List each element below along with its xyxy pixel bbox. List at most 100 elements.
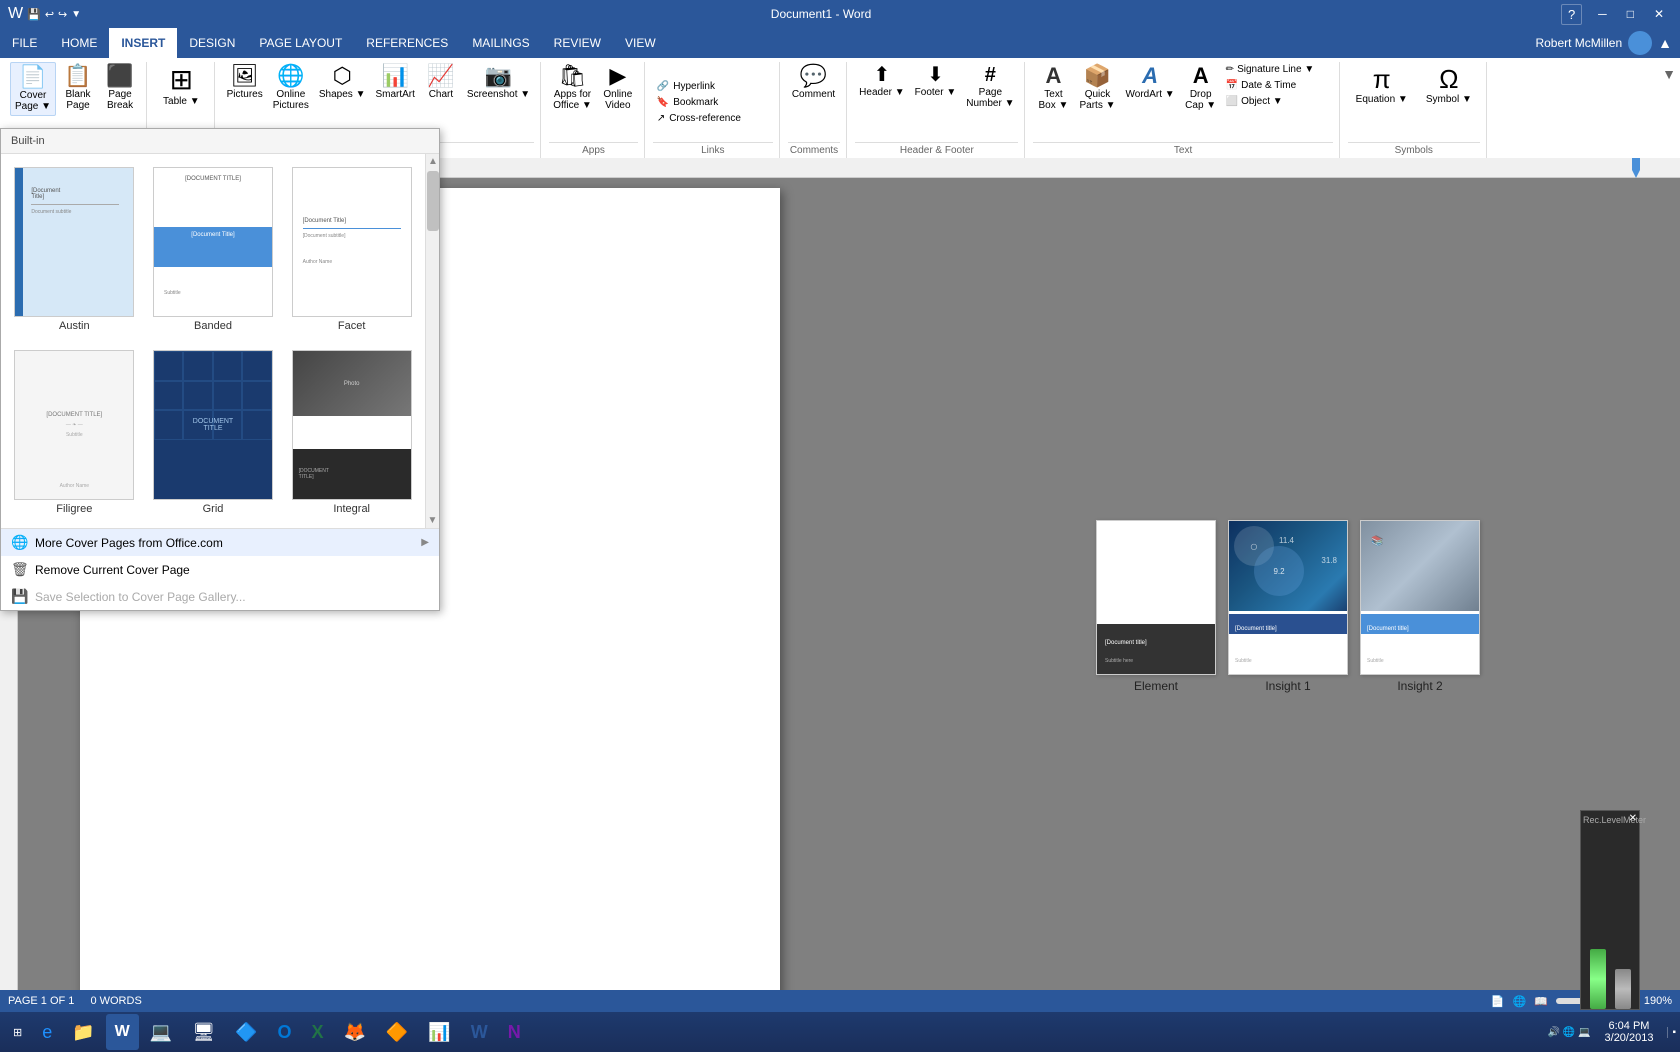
tab-mailings[interactable]: MAILINGS — [460, 28, 541, 58]
tab-design[interactable]: DESIGN — [177, 28, 247, 58]
symbol-button[interactable]: Ω Symbol ▼ — [1418, 62, 1480, 109]
restore-button[interactable]: □ — [1619, 5, 1642, 23]
chart-button[interactable]: 📈 Chart — [421, 62, 461, 103]
apps-for-office-button[interactable]: 🛍 Apps forOffice ▼ — [549, 62, 596, 114]
signature-line-icon: ✏ — [1226, 64, 1234, 75]
tab-page-layout[interactable]: PAGE LAYOUT — [247, 28, 354, 58]
comment-button[interactable]: 💬 Comment — [788, 62, 839, 103]
footer-button[interactable]: ⬇ Footer ▼ — [911, 62, 961, 101]
object-button[interactable]: ⬜ Object ▼ — [1223, 94, 1333, 109]
save-icon[interactable]: 💾 — [27, 8, 41, 21]
equation-icon: π — [1373, 66, 1391, 92]
view-web-icon[interactable]: 🌐 — [1512, 995, 1526, 1008]
firefox-button[interactable]: 🦊 — [335, 1014, 375, 1050]
cover-template-insight2[interactable]: 📚 [Document title] Subtitle Insight 2 — [1360, 520, 1480, 693]
app11-icon: 📊 — [428, 1022, 450, 1043]
dropdown-scrollbar[interactable]: ▲ ▼ — [425, 154, 439, 528]
speaker-close-button[interactable]: ✕ — [1629, 813, 1637, 824]
user-name: Robert McMillen — [1535, 36, 1622, 50]
windows-explorer-button[interactable]: 🖥 — [183, 1014, 224, 1050]
symbol-icon: Ω — [1439, 66, 1458, 92]
bookmark-button[interactable]: 🔖 Bookmark — [653, 95, 773, 110]
word-taskbar-button[interactable]: W — [106, 1014, 139, 1050]
page-number-icon: # — [985, 65, 996, 85]
blank-page-button[interactable]: 📋 BlankPage — [58, 62, 98, 114]
cover-template-grid[interactable]: DOCUMENT TITLE Grid — [148, 345, 279, 520]
table-button[interactable]: ⊞ Table ▼ — [155, 62, 208, 111]
more-cover-pages-item[interactable]: 🌐 More Cover Pages from Office.com ▶ — [1, 529, 439, 556]
minimize-button[interactable]: ─ — [1590, 5, 1615, 23]
outlook-icon: O — [277, 1022, 291, 1043]
view-print-icon[interactable]: 📄 — [1491, 995, 1505, 1008]
redo-icon[interactable]: ↪ — [58, 8, 67, 21]
page-number-button[interactable]: # PageNumber ▼ — [962, 62, 1018, 112]
view-read-icon[interactable]: 📖 — [1534, 995, 1548, 1008]
remove-cover-page-item[interactable]: 🗑 Remove Current Cover Page — [1, 556, 439, 583]
apps-group-label: Apps — [549, 142, 638, 158]
office-button2[interactable]: 💻 — [141, 1014, 181, 1050]
smartart-button[interactable]: 📊 SmartArt — [371, 62, 418, 103]
excel-icon: X — [311, 1022, 323, 1043]
ie-button[interactable]: e — [33, 1014, 61, 1050]
header-button[interactable]: ⬆ Header ▼ — [855, 62, 908, 101]
app6-button[interactable]: 🔷 — [226, 1014, 266, 1050]
customize-icon[interactable]: ▼ — [71, 9, 81, 20]
text-box-icon: A — [1046, 65, 1062, 87]
pictures-button[interactable]: 🖼 Pictures — [223, 62, 267, 103]
cover-template-filigree[interactable]: [DOCUMENT TITLE] — ❧ — Subtitle Author N… — [9, 345, 140, 520]
tab-file[interactable]: FILE — [0, 28, 49, 58]
tab-home[interactable]: HOME — [49, 28, 109, 58]
cover-template-banded[interactable]: [DOCUMENT TITLE] [Document Title] Subtit… — [148, 162, 279, 337]
show-desktop-icon[interactable]: ▪ — [1667, 1027, 1676, 1038]
scrollbar-thumb[interactable] — [427, 171, 439, 231]
tab-view[interactable]: VIEW — [613, 28, 668, 58]
footer-icon: ⬇ — [927, 65, 944, 85]
floating-templates: [Document title] Subtitle here Element ○… — [1096, 520, 1480, 693]
date-time-button[interactable]: 📅 Date & Time — [1223, 78, 1333, 93]
ruler-marker[interactable] — [1632, 158, 1640, 178]
system-tray: 🔊 🌐 💻 — [1548, 1027, 1591, 1038]
excel-button[interactable]: X — [302, 1014, 332, 1050]
quick-parts-button[interactable]: 📦 QuickParts ▼ — [1075, 62, 1119, 114]
cover-page-button[interactable]: 📄 CoverPage ▼ — [10, 62, 56, 116]
onenote-button[interactable]: N — [499, 1014, 530, 1050]
more-cover-icon: 🌐 — [11, 534, 27, 551]
header-icon: ⬆ — [874, 65, 891, 85]
tab-insert[interactable]: INSERT — [109, 28, 177, 58]
cover-template-element[interactable]: [Document title] Subtitle here Element — [1096, 520, 1216, 693]
outlook-button[interactable]: O — [268, 1014, 300, 1050]
app10-button[interactable]: 🔶 — [377, 1014, 417, 1050]
cross-reference-button[interactable]: ↗ Cross-reference — [653, 111, 773, 126]
word2-button[interactable]: W — [462, 1014, 497, 1050]
drop-cap-button[interactable]: A DropCap ▼ — [1181, 62, 1221, 114]
explorer-icon: 📁 — [72, 1022, 94, 1043]
cover-template-facet[interactable]: [Document Title] [Document subtitle] Aut… — [286, 162, 417, 337]
ribbon-collapse-icon[interactable]: ▲ — [1658, 35, 1672, 51]
hyperlink-button[interactable]: 🔗 Hyperlink — [653, 79, 773, 94]
page-break-button[interactable]: ⬛ PageBreak — [100, 62, 140, 114]
online-pictures-button[interactable]: 🌐 OnlinePictures — [269, 62, 313, 114]
text-box-button[interactable]: A TextBox ▼ — [1033, 62, 1073, 114]
signature-line-button[interactable]: ✏ Signature Line ▼ — [1223, 62, 1333, 77]
online-video-button[interactable]: ▶ OnlineVideo — [598, 62, 638, 114]
equation-button[interactable]: π Equation ▼ — [1348, 62, 1416, 109]
cover-template-integral[interactable]: Photo [DOCUMENT TITLE] Integral — [286, 345, 417, 520]
shapes-button[interactable]: ⬡ Shapes ▼ — [315, 62, 370, 103]
onenote-icon: N — [508, 1022, 521, 1043]
links-group-label: Links — [653, 142, 773, 158]
ribbon-expand-icon[interactable]: ▼ — [1662, 66, 1676, 82]
cover-template-austin[interactable]: [DocumentTitle] Document subtitle Austin — [9, 162, 140, 337]
help-button[interactable]: ? — [1561, 4, 1582, 25]
tab-review[interactable]: REVIEW — [542, 28, 613, 58]
explorer-button[interactable]: 📁 — [63, 1014, 103, 1050]
window-controls[interactable]: ─ □ ✕ — [1590, 5, 1672, 23]
tab-references[interactable]: REFERENCES — [354, 28, 460, 58]
quick-access-toolbar[interactable]: W 💾 ↩ ↪ ▼ — [8, 5, 81, 23]
app11-button[interactable]: 📊 — [419, 1014, 459, 1050]
undo-icon[interactable]: ↩ — [45, 8, 54, 21]
close-button[interactable]: ✕ — [1646, 5, 1672, 23]
start-button[interactable]: ⊞ — [4, 1014, 31, 1050]
cover-template-insight1[interactable]: ○ 9.2 11.4 31.8 [Document title] Subtitl… — [1228, 520, 1348, 693]
screenshot-button[interactable]: 📷 Screenshot ▼ — [463, 62, 534, 103]
wordart-button[interactable]: A WordArt ▼ — [1122, 62, 1179, 103]
